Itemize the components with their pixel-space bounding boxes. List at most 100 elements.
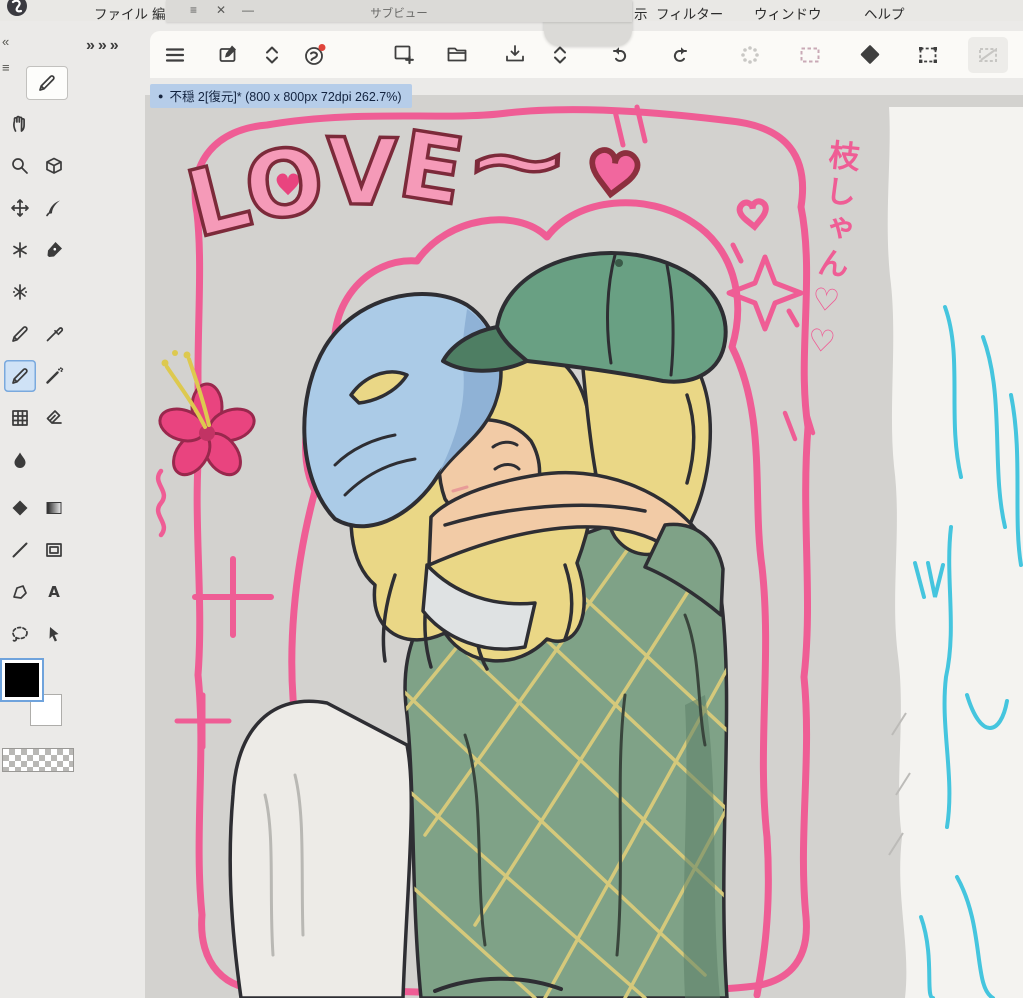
- gradient-icon: [46, 502, 62, 514]
- lasso-icon: [12, 626, 28, 642]
- menu-filter[interactable]: フィルター: [656, 3, 723, 23]
- characters: [228, 251, 729, 998]
- tool-pencil[interactable]: [4, 318, 36, 350]
- tool-fill-grid[interactable]: [4, 402, 36, 434]
- tool-line[interactable]: [4, 534, 36, 566]
- redo-button[interactable]: [663, 38, 697, 72]
- tool-figure[interactable]: [4, 492, 36, 524]
- canvas-area[interactable]: L O V E ~ 枝しゃん♡♡: [145, 95, 1023, 998]
- subview-panel-titlebar[interactable]: ≡ ✕ — サブビュー: [166, 0, 632, 22]
- redo-icon: [673, 47, 687, 62]
- document-tab-label: 不穏 2[復元]* (800 x 800px 72dpi 262.7%): [169, 90, 402, 104]
- cube-icon: [46, 157, 62, 174]
- menu-help[interactable]: ヘルプ: [864, 3, 905, 23]
- panel-strip-menu-icon[interactable]: ≡: [2, 60, 10, 75]
- droplet-icon: [14, 452, 26, 468]
- tool-pencil-2-selected[interactable]: [4, 360, 36, 392]
- menu-file[interactable]: ファイル: [94, 3, 148, 23]
- flower: [158, 350, 256, 477]
- tool-eyedropper[interactable]: [38, 318, 70, 350]
- menu-edit[interactable]: 編: [152, 3, 166, 23]
- tool-operation[interactable]: [38, 618, 70, 650]
- spinner-icon: [741, 46, 759, 64]
- pen-settings-button[interactable]: [213, 38, 247, 72]
- eyedropper-icon: [46, 327, 64, 342]
- eraser-icon: [46, 410, 62, 424]
- line-icon: [12, 542, 28, 558]
- clip-studio-icon: [305, 44, 326, 65]
- hamburger-icon: [165, 48, 185, 62]
- tool-object[interactable]: [38, 150, 70, 182]
- transparent-color-swatch[interactable]: [2, 748, 74, 772]
- tool-hand[interactable]: [4, 108, 36, 140]
- current-subtool-box[interactable]: [26, 66, 68, 100]
- pencil-icon: [12, 326, 28, 342]
- marquee-icon: [800, 47, 820, 63]
- pencil-icon: [12, 368, 28, 384]
- paper-edge: [887, 107, 1023, 998]
- tool-decoration-brush[interactable]: [4, 276, 36, 308]
- open-file-button[interactable]: [441, 38, 475, 72]
- tool-lasso[interactable]: [4, 618, 36, 650]
- decoration-brush-icon: [13, 284, 27, 300]
- tool-airbrush[interactable]: [38, 360, 70, 392]
- marquee-select-button[interactable]: [793, 38, 827, 72]
- menu-window[interactable]: ウィンドウ: [754, 3, 822, 23]
- panel-collapse-icon[interactable]: «: [2, 34, 9, 49]
- notification-dot: [318, 44, 326, 51]
- current-brush-icon: [39, 75, 55, 91]
- hamburger-menu-button[interactable]: [158, 38, 192, 72]
- tool-blend[interactable]: [4, 444, 36, 476]
- document-tab[interactable]: ● 不穏 2[復元]* (800 x 800px 72dpi 262.7%): [150, 84, 412, 108]
- polygon-icon: [13, 585, 27, 599]
- tool-gradient[interactable]: [38, 492, 70, 524]
- folder-icon: [447, 47, 467, 62]
- selection-extra-button[interactable]: [968, 37, 1008, 73]
- tool-star-brush[interactable]: [4, 234, 36, 266]
- airbrush-icon: [46, 367, 64, 384]
- unsaved-indicator: ●: [158, 90, 164, 101]
- diamond-shape-icon: [860, 45, 880, 64]
- artwork-drawing: [155, 104, 1023, 998]
- processing-indicator-button[interactable]: [733, 38, 767, 72]
- transform-frame-button[interactable]: [911, 38, 945, 72]
- cursor-arrow-icon: [49, 627, 59, 642]
- chevrons-updown-icon: [266, 46, 278, 64]
- primary-color-swatch[interactable]: [2, 660, 42, 700]
- tool-frame[interactable]: [38, 534, 70, 566]
- hearts: [276, 147, 769, 232]
- new-canvas-icon: [394, 45, 414, 65]
- diamond-icon: [12, 500, 28, 516]
- frame-icon: [46, 543, 62, 557]
- magnifier-icon: [12, 158, 28, 174]
- menu-view-partial[interactable]: 示: [634, 3, 648, 23]
- tool-polyline[interactable]: [4, 576, 36, 608]
- tool-eraser[interactable]: [38, 402, 70, 434]
- star-brush-icon: [13, 242, 27, 258]
- chevrons-updown-icon-2: [554, 46, 566, 64]
- grid-icon: [12, 410, 28, 426]
- svg-text:A: A: [48, 583, 60, 601]
- save-export-button[interactable]: [498, 38, 532, 72]
- pen-nib-icon: [47, 242, 62, 257]
- panel-toggle-button[interactable]: [255, 38, 289, 72]
- subview-panel-title: サブビュー: [370, 8, 428, 20]
- tool-pen[interactable]: [38, 234, 70, 266]
- shape-select-button[interactable]: [853, 38, 887, 72]
- new-canvas-button[interactable]: [388, 38, 422, 72]
- clip-studio-app-button[interactable]: [298, 38, 332, 72]
- move-icon: [11, 199, 29, 217]
- tool-zoom[interactable]: [4, 150, 36, 182]
- white-shirt: [228, 699, 414, 998]
- panel-expand-chevrons[interactable]: »»»: [86, 37, 122, 55]
- text-icon: A: [48, 583, 60, 601]
- undo-icon: [613, 47, 627, 62]
- tool-quill[interactable]: [38, 192, 70, 224]
- export-icon: [506, 45, 524, 62]
- quill-icon: [46, 200, 60, 217]
- tool-text[interactable]: A: [38, 576, 70, 608]
- tool-panel: « ≡ A: [0, 30, 90, 998]
- app-logo-icon[interactable]: [2, 0, 32, 23]
- tool-move[interactable]: [4, 192, 36, 224]
- transform-icon: [919, 47, 937, 63]
